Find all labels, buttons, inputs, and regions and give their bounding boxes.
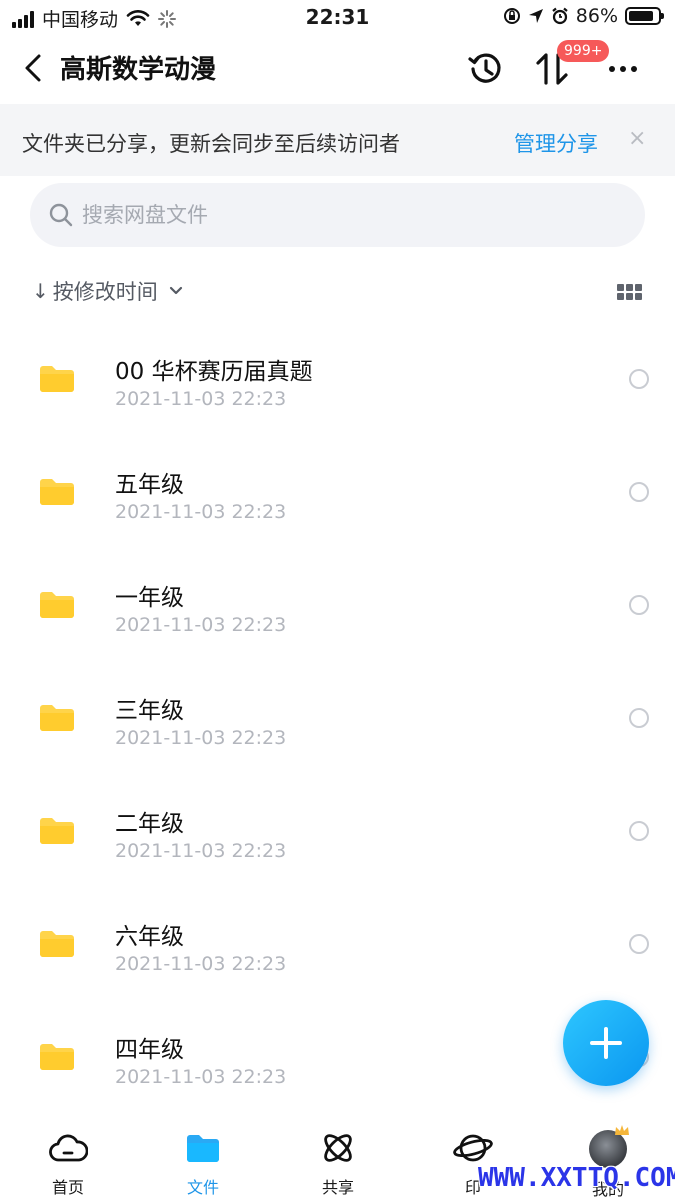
folder-icon [40, 366, 74, 392]
select-radio[interactable] [629, 934, 649, 954]
select-radio[interactable] [629, 595, 649, 615]
search-icon [49, 203, 73, 227]
tab-share[interactable]: 共享 [288, 1130, 388, 1200]
history-button[interactable] [466, 49, 506, 89]
share-banner: 文件夹已分享，更新会同步至后续访问者 管理分享 × [0, 104, 675, 176]
file-name: 一年级 [115, 585, 184, 611]
battery-percent: 86% [575, 5, 618, 27]
more-dot-icon [609, 66, 615, 72]
tab-label: 文件 [186, 1178, 219, 1197]
planet-icon [453, 1134, 493, 1162]
file-modified-date: 2021-11-03 22:23 [115, 388, 287, 410]
file-name: 00 华杯赛历届真题 [115, 359, 313, 385]
select-radio[interactable] [629, 708, 649, 728]
file-modified-date: 2021-11-03 22:23 [115, 1066, 287, 1088]
tab-label: 首页 [51, 1178, 84, 1197]
battery-fill [629, 11, 654, 21]
folder-icon [40, 592, 74, 618]
folder-icon [40, 705, 74, 731]
status-right: 86% [503, 5, 664, 27]
banner-close-button[interactable]: × [628, 128, 646, 150]
tab-files[interactable]: 文件 [153, 1130, 253, 1200]
alarm-icon [552, 7, 568, 25]
grid-cell-icon [635, 293, 642, 300]
select-radio[interactable] [629, 482, 649, 502]
select-radio[interactable] [629, 369, 649, 389]
chevron-left-icon [25, 54, 41, 82]
file-list: 00 华杯赛历届真题 2021-11-03 22:23 五年级 2021-11-… [0, 322, 675, 1113]
orientation-lock-icon [503, 8, 520, 24]
page-title: 高斯数学动漫 [60, 55, 217, 85]
file-modified-date: 2021-11-03 22:23 [115, 840, 287, 862]
atom-icon [324, 1134, 352, 1162]
sort-direction-icon: ↓ [32, 279, 49, 303]
more-button[interactable] [601, 49, 645, 89]
file-modified-date: 2021-11-03 22:23 [115, 614, 287, 636]
search-input[interactable] [82, 183, 622, 247]
file-name: 四年级 [115, 1037, 184, 1063]
file-row[interactable]: 一年级 2021-11-03 22:23 [0, 548, 675, 661]
file-row[interactable]: 三年级 2021-11-03 22:23 [0, 661, 675, 774]
crown-icon [615, 1125, 629, 1135]
file-modified-date: 2021-11-03 22:23 [115, 953, 287, 975]
file-name: 二年级 [115, 811, 184, 837]
nav-bar: 高斯数学动漫 999+ [0, 34, 675, 104]
tab-home[interactable]: 首页 [18, 1130, 118, 1200]
file-row[interactable]: 五年级 2021-11-03 22:23 [0, 435, 675, 548]
back-button[interactable] [16, 48, 50, 88]
grid-cell-icon [626, 293, 633, 300]
share-message: 文件夹已分享，更新会同步至后续访问者 [22, 132, 400, 156]
file-modified-date: 2021-11-03 22:23 [115, 501, 287, 523]
cloud-icon [49, 1134, 88, 1162]
folder-icon [187, 1135, 219, 1162]
add-button[interactable] [563, 1000, 649, 1086]
sort-selector[interactable]: ↓ 按修改时间 [32, 276, 184, 306]
folder-icon [40, 1044, 74, 1070]
grid-view-toggle[interactable] [617, 284, 643, 302]
file-row[interactable]: 六年级 2021-11-03 22:23 [0, 887, 675, 1000]
file-row[interactable]: 二年级 2021-11-03 22:23 [0, 774, 675, 887]
file-name: 五年级 [115, 472, 184, 498]
file-name: 六年级 [115, 924, 184, 950]
grid-cell-icon [617, 284, 624, 291]
more-dot-icon [620, 66, 626, 72]
history-icon [468, 53, 501, 83]
watermark: WWW.XXTTQ.COM [478, 1163, 675, 1193]
chevron-down-icon [169, 286, 182, 295]
manage-share-link[interactable]: 管理分享 [514, 128, 598, 158]
folder-icon [40, 931, 74, 957]
grid-cell-icon [626, 284, 633, 291]
sort-label: 按修改时间 [52, 280, 158, 304]
grid-cell-icon [635, 284, 642, 291]
file-modified-date: 2021-11-03 22:23 [115, 727, 287, 749]
tab-label: 共享 [321, 1178, 354, 1197]
status-bar: 中国移动 22:31 86% [0, 0, 675, 34]
plus-icon [590, 1027, 622, 1059]
more-dot-icon [631, 66, 637, 72]
grid-cell-icon [617, 293, 624, 300]
select-radio[interactable] [629, 821, 649, 841]
folder-icon [40, 479, 74, 505]
search-box[interactable] [30, 183, 645, 247]
folder-icon [40, 818, 74, 844]
file-name: 三年级 [115, 698, 184, 724]
battery-icon [625, 7, 664, 25]
file-row[interactable]: 00 华杯赛历届真题 2021-11-03 22:23 [0, 322, 675, 435]
location-arrow-icon [528, 9, 543, 23]
